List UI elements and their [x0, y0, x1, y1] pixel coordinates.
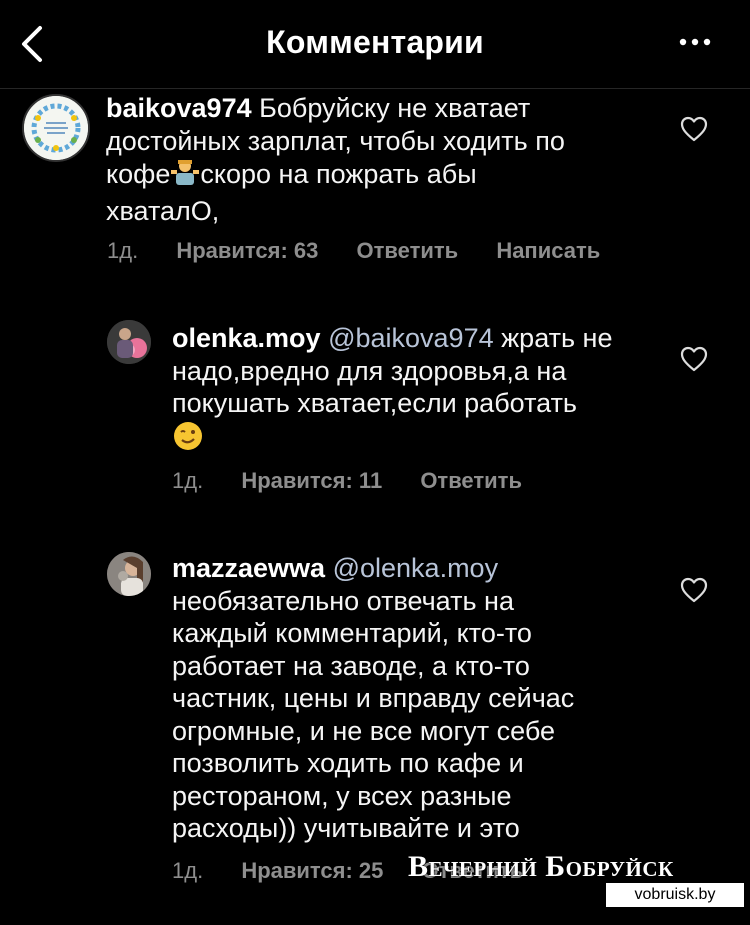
comment-line: хваталО,: [106, 195, 220, 226]
publisher-watermark: Вечерний Бобруйск: [408, 850, 674, 883]
comment-text: olenka.moy @baikova974 жрать не надо,вре…: [172, 322, 613, 459]
comment-line: каждый комментарий, кто-то: [172, 618, 532, 648]
reply-button[interactable]: Ответить: [420, 468, 522, 494]
like-button[interactable]: [680, 116, 708, 142]
comment-line: позволить ходить по кафе и: [172, 748, 524, 778]
like-button[interactable]: [680, 346, 708, 372]
heart-outline-icon: [680, 116, 708, 142]
comment: baikova974 Бобруйску не хватает достойны…: [0, 0, 750, 270]
reply-button[interactable]: Ответить: [357, 238, 459, 264]
comment-time: 1д.: [107, 238, 139, 263]
wreath-avatar-image: [24, 96, 88, 160]
mention-link[interactable]: @baikova974: [328, 323, 494, 353]
likes-count-link[interactable]: Нравится: 11: [241, 468, 382, 494]
likes-count-link[interactable]: Нравится: 25: [241, 858, 383, 884]
comment-line: кофе: [106, 159, 171, 189]
profile-photo-image: [107, 320, 151, 364]
comment-line: жрать не: [501, 323, 613, 353]
mention-link[interactable]: @olenka.moy: [333, 553, 498, 583]
comment-line: покушать хватает,если работать: [172, 388, 577, 418]
comment-username[interactable]: mazzaewwa: [172, 553, 325, 583]
comment-username[interactable]: baikova974: [106, 93, 252, 123]
comment-line: частник, цены и вправду сейчас: [172, 683, 575, 713]
send-message-button[interactable]: Написать: [496, 238, 600, 264]
publisher-url: vobruisk.by: [606, 883, 744, 907]
comment-line: огромные, и не все могут себе: [172, 715, 556, 746]
comment-line: скоро на пожрать абы: [200, 159, 477, 189]
heart-outline-icon: [680, 346, 708, 372]
comment-meta: 1д. Нравится: 11 Ответить: [172, 468, 554, 494]
avatar[interactable]: [22, 94, 90, 162]
likes-count-link[interactable]: Нравится: 63: [176, 238, 318, 264]
comment-text: mazzaewwa @olenka.moy необязательно отве…: [172, 552, 574, 845]
comment-time: 1д.: [172, 858, 204, 883]
shrug-emoji-icon: [170, 157, 200, 195]
heart-outline-icon: [680, 577, 708, 603]
comment-line: достойных зарплат, чтобы ходить по: [106, 125, 565, 156]
comment-meta: 1д. Нравится: 63 Ответить Написать: [107, 238, 632, 264]
comment-text: baikova974 Бобруйску не хватает достойны…: [106, 92, 565, 227]
comment-username[interactable]: olenka.moy: [172, 323, 321, 353]
profile-photo-image: [107, 552, 151, 596]
comment-line: необязательно отвечать на: [172, 585, 514, 616]
comment-time: 1д.: [172, 468, 204, 493]
avatar[interactable]: [107, 552, 151, 596]
like-button[interactable]: [680, 577, 708, 603]
comment-line: ресторaном, у всех разные: [172, 780, 512, 811]
wink-emoji-icon: [172, 420, 204, 460]
comment-line: работает на заводе, а кто-то: [172, 650, 530, 681]
comment-line: Бобруйску не хватает: [259, 93, 531, 123]
comment-line: надо,вредно для здоровья,а на: [172, 355, 567, 386]
avatar[interactable]: [107, 320, 151, 364]
comment-line: расходы)) учитывайте и это: [172, 813, 520, 843]
